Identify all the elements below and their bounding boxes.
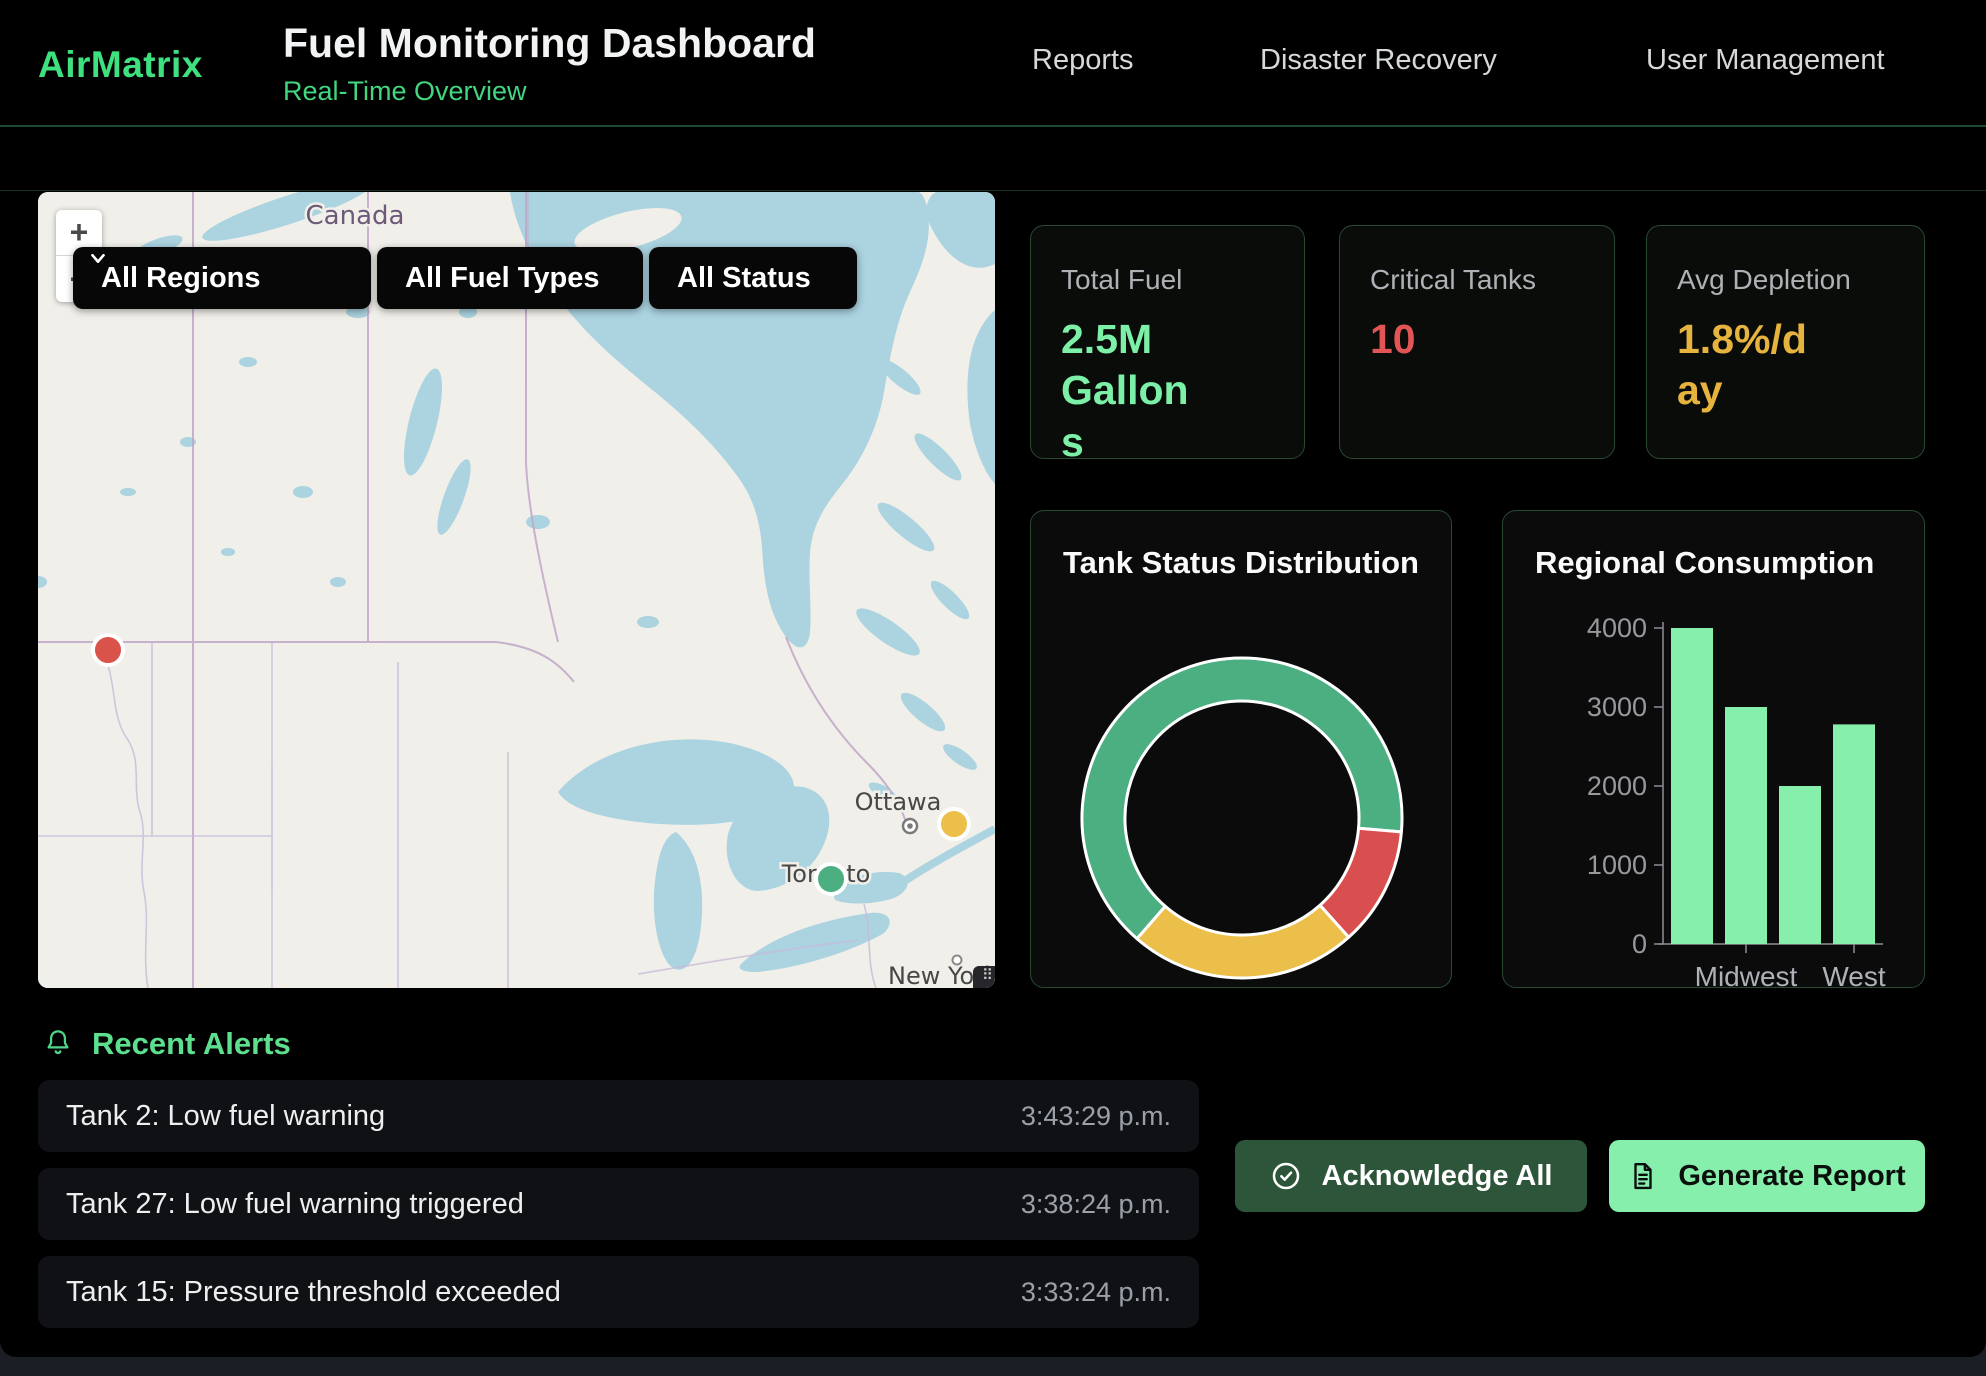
acknowledge-all-label: Acknowledge All bbox=[1322, 1160, 1553, 1193]
y-tick-label: 0 bbox=[1632, 929, 1647, 959]
alert-time: 3:38:24 p.m. bbox=[1021, 1189, 1171, 1220]
region-filter-select[interactable]: All Regions bbox=[73, 247, 371, 309]
y-tick-label: 2000 bbox=[1587, 771, 1647, 801]
tank-status-donut-chart[interactable] bbox=[1031, 511, 1452, 988]
status-filter-select[interactable]: All Status bbox=[649, 247, 857, 309]
stat-card-avg-depletion: Avg Depletion 1.8%/day bbox=[1646, 225, 1925, 459]
check-circle-icon bbox=[1270, 1160, 1302, 1192]
x-tick-label: West bbox=[1822, 961, 1885, 988]
alert-row[interactable]: Tank 27: Low fuel warning triggered 3:38… bbox=[38, 1168, 1199, 1240]
regional-consumption-bar-chart[interactable]: 0 1000 2000 3000 4000 Midwest West bbox=[1503, 511, 1925, 988]
tank-marker-warning[interactable] bbox=[937, 807, 971, 841]
brand-logo: AirMatrix bbox=[38, 44, 203, 86]
y-tick-label: 1000 bbox=[1587, 850, 1647, 880]
tank-marker-normal[interactable] bbox=[814, 862, 848, 896]
alerts-title: Recent Alerts bbox=[92, 1026, 291, 1062]
alert-row[interactable]: Tank 15: Pressure threshold exceeded 3:3… bbox=[38, 1256, 1199, 1328]
alert-text: Tank 27: Low fuel warning triggered bbox=[66, 1188, 524, 1221]
nav-item-user-management[interactable]: User Management bbox=[1646, 44, 1885, 77]
alert-text: Tank 2: Low fuel warning bbox=[66, 1100, 385, 1133]
stat-label: Avg Depletion bbox=[1677, 264, 1894, 296]
map-filters: All Regions All Fuel Types All Status bbox=[73, 247, 857, 309]
map-label-ottawa: Ottawa bbox=[855, 788, 942, 816]
tank-marker-critical[interactable] bbox=[91, 633, 125, 667]
fuel-type-filter-select[interactable]: All Fuel Types bbox=[377, 247, 643, 309]
stat-card-total-fuel: Total Fuel 2.5M Gallons bbox=[1030, 225, 1305, 459]
generate-report-button[interactable]: Generate Report bbox=[1609, 1140, 1925, 1212]
stat-label: Critical Tanks bbox=[1370, 264, 1584, 296]
map-label-country: Canada bbox=[306, 201, 405, 231]
generate-report-label: Generate Report bbox=[1678, 1160, 1905, 1193]
alert-time: 3:43:29 p.m. bbox=[1021, 1101, 1171, 1132]
stat-value: 1.8%/day bbox=[1677, 314, 1807, 417]
acknowledge-all-button[interactable]: Acknowledge All bbox=[1235, 1140, 1587, 1212]
y-tick-label: 4000 bbox=[1587, 613, 1647, 643]
tank-status-distribution-card: Tank Status Distribution bbox=[1030, 510, 1452, 988]
bar[interactable] bbox=[1671, 628, 1713, 944]
status-filter-value: All Status bbox=[677, 262, 811, 295]
drag-handle-icon[interactable]: ⠿ bbox=[973, 966, 995, 988]
region-filter-value: All Regions bbox=[101, 262, 261, 295]
app-window: AirMatrix Fuel Monitoring Dashboard Real… bbox=[0, 0, 1986, 1357]
stat-card-critical-tanks: Critical Tanks 10 bbox=[1339, 225, 1615, 459]
page-subtitle: Real-Time Overview bbox=[283, 76, 816, 107]
content-divider bbox=[0, 190, 1986, 191]
alert-text: Tank 15: Pressure threshold exceeded bbox=[66, 1276, 561, 1309]
x-tick-label: Midwest bbox=[1695, 961, 1798, 988]
regional-consumption-card: Regional Consumption 0 1000 2000 3000 4000 Mi… bbox=[1502, 510, 1925, 988]
bell-icon bbox=[42, 1028, 74, 1060]
alert-row[interactable]: Tank 2: Low fuel warning 3:43:29 p.m. bbox=[38, 1080, 1199, 1152]
stat-label: Total Fuel bbox=[1061, 264, 1274, 296]
bar[interactable] bbox=[1779, 786, 1821, 944]
map-canvas[interactable]: Canada Ottawa Toronto New York + − All R… bbox=[38, 192, 995, 988]
stat-value: 10 bbox=[1370, 314, 1500, 365]
stat-value: 2.5M Gallons bbox=[1061, 314, 1191, 468]
alert-time: 3:33:24 p.m. bbox=[1021, 1277, 1171, 1308]
donut-segment[interactable] bbox=[1137, 905, 1349, 978]
y-tick-label: 3000 bbox=[1587, 692, 1647, 722]
alerts-header: Recent Alerts bbox=[42, 1026, 291, 1062]
bar[interactable] bbox=[1833, 724, 1875, 944]
nav-item-disaster-recovery[interactable]: Disaster Recovery bbox=[1260, 44, 1497, 77]
chevron-down-icon bbox=[87, 247, 109, 269]
bar-chart-title: Regional Consumption bbox=[1535, 545, 1874, 581]
header: AirMatrix Fuel Monitoring Dashboard Real… bbox=[0, 0, 1986, 127]
title-block: Fuel Monitoring Dashboard Real-Time Over… bbox=[283, 20, 816, 107]
fuel-type-filter-value: All Fuel Types bbox=[405, 262, 599, 295]
map-basemap: Canada Ottawa Toronto New York bbox=[38, 192, 995, 988]
page-title: Fuel Monitoring Dashboard bbox=[283, 20, 816, 67]
donut-chart-title: Tank Status Distribution bbox=[1063, 545, 1419, 581]
bar[interactable] bbox=[1725, 707, 1767, 944]
nav-item-reports[interactable]: Reports bbox=[1032, 44, 1134, 77]
file-text-icon bbox=[1628, 1161, 1658, 1191]
